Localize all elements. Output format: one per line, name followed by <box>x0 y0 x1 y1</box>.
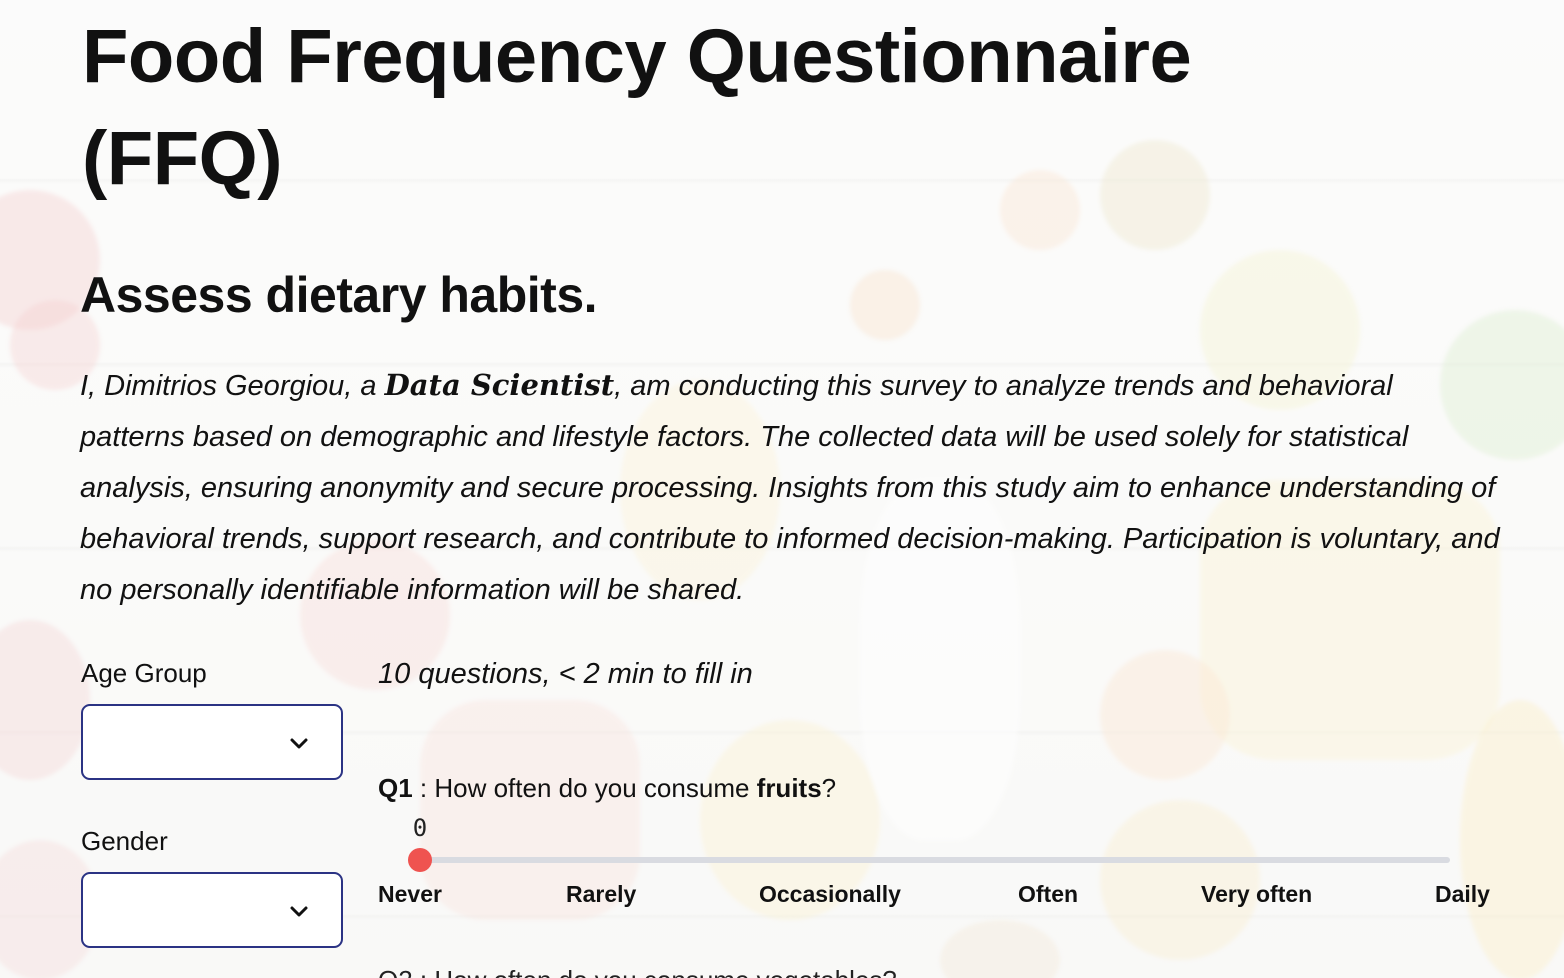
chevron-down-icon <box>290 738 308 749</box>
intro-text-before: I, Dimitrios Georgiou, a <box>80 370 385 402</box>
option-very-often: Very often <box>1201 881 1313 907</box>
slider-value: 0 <box>412 814 428 842</box>
option-daily: Daily <box>1435 881 1490 907</box>
question-1-number: Q1 <box>378 773 413 803</box>
question-1-suffix: ? <box>821 773 837 803</box>
question-1-label: Q1 : How often do you consume fruits? <box>378 770 836 806</box>
slider-thumb[interactable] <box>408 848 432 872</box>
option-often: Often <box>1018 881 1079 907</box>
slider-track[interactable] <box>408 857 1450 863</box>
chevron-down-icon <box>290 906 308 917</box>
question-1-slider[interactable]: 0 <box>408 808 1450 878</box>
intro-emphasis: Data Scientist <box>384 368 615 402</box>
age-group-label: Age Group <box>81 658 207 688</box>
slider-options: Never Rarely Occasionally Often Very oft… <box>378 878 1490 912</box>
option-never: Never <box>378 881 442 907</box>
gender-select[interactable] <box>81 872 343 948</box>
gender-label: Gender <box>81 826 168 856</box>
question-1-separator: : <box>412 773 435 803</box>
survey-meta: 10 questions, < 2 min to fill in <box>378 658 753 690</box>
question-1-topic: fruits <box>756 773 822 803</box>
page-title: Food Frequency Questionnaire (FFQ) <box>82 14 1192 201</box>
age-group-select[interactable] <box>81 704 343 780</box>
intro-text-after: , am conducting this survey to analyze t… <box>80 370 1500 606</box>
intro-paragraph: I, Dimitrios Georgiou, a Data Scientist,… <box>80 360 1500 616</box>
question-2-label: Q2 : How often do you consume vegetables… <box>378 962 897 978</box>
option-rarely: Rarely <box>566 881 637 907</box>
question-1-prefix: How often do you consume <box>434 773 757 803</box>
page-subtitle: Assess dietary habits. <box>80 267 598 323</box>
option-occasionally: Occasionally <box>759 881 901 907</box>
